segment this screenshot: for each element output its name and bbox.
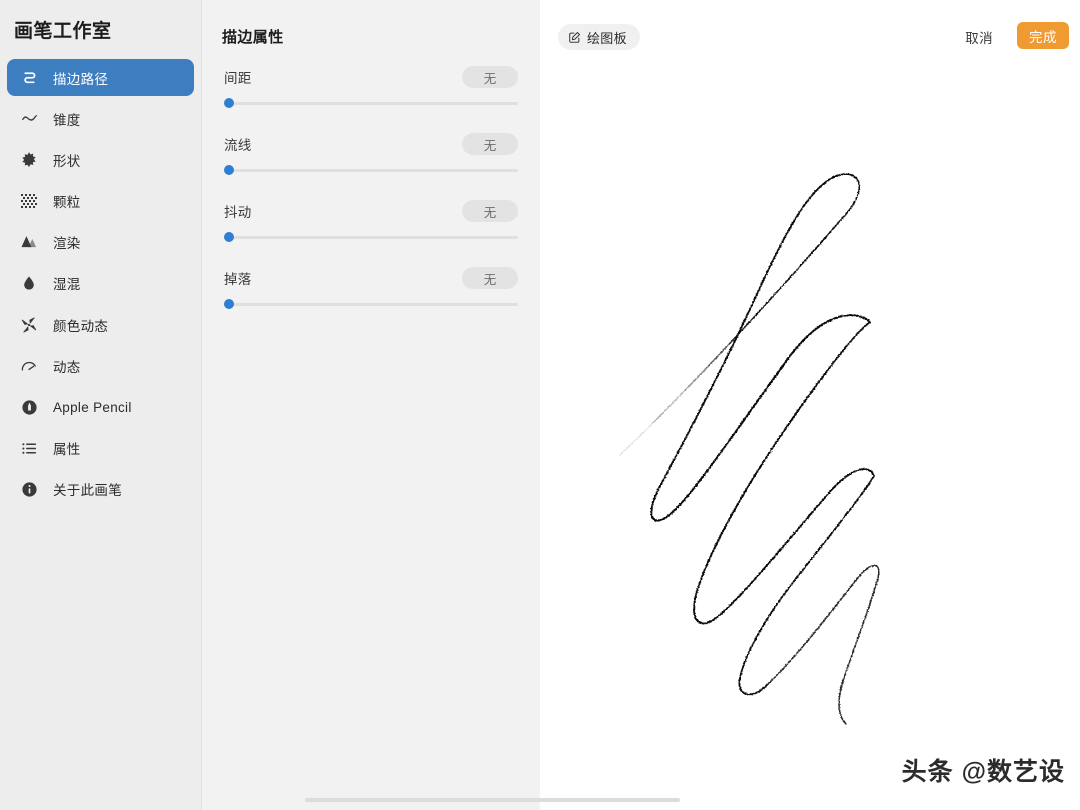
sidebar-item-dynamics[interactable]: 动态 <box>7 347 194 384</box>
sidebar-item-label: 关于此画笔 <box>53 483 122 499</box>
sidebar-item-wet-mix[interactable]: 湿混 <box>7 265 194 302</box>
slider-value-pill[interactable]: 无 <box>462 267 518 289</box>
attributes-list-icon <box>18 437 40 459</box>
sidebar-item-label: 湿混 <box>53 277 81 293</box>
slider-track[interactable] <box>224 236 518 239</box>
pencil-square-icon <box>568 31 581 44</box>
slider-thumb[interactable] <box>224 165 234 175</box>
taper-wave-icon <box>18 108 40 130</box>
sidebar-item-label: 属性 <box>53 442 81 458</box>
slider-row-jitter: 抖动 无 <box>224 199 518 245</box>
sidebar-item-label: Apple Pencil <box>53 399 132 415</box>
drawing-board-label: 绘图板 <box>587 30 627 46</box>
sidebar-item-rendering[interactable]: 渲染 <box>7 224 194 261</box>
grain-texture-icon <box>18 190 40 212</box>
sidebar-item-color-dynamics[interactable]: 颜色动态 <box>7 306 194 343</box>
sidebar-item-attributes[interactable]: 属性 <box>7 430 194 467</box>
watermark: 头条 @数艺设 <box>901 758 1065 786</box>
slider-row-fall-off: 掉落 无 <box>224 266 518 312</box>
sidebar-item-grain[interactable]: 颗粒 <box>7 183 194 220</box>
slider-control[interactable] <box>224 229 518 245</box>
wet-mix-droplet-icon <box>18 272 40 294</box>
slider-row-streamline: 流线 无 <box>224 132 518 178</box>
rendering-mountains-icon <box>18 231 40 253</box>
sidebar-item-apple-pencil[interactable]: Apple Pencil <box>7 389 194 426</box>
stroke-properties-panel: 描边属性 间距 无 流线 无 抖动 无 掉落 无 <box>202 0 540 810</box>
sidebar-item-label: 描边路径 <box>53 71 109 87</box>
color-dynamics-pinwheel-icon <box>18 314 40 336</box>
slider-control[interactable] <box>224 296 518 312</box>
slider-control[interactable] <box>224 162 518 178</box>
shape-starburst-icon <box>18 149 40 171</box>
sidebar-item-label: 形状 <box>53 153 81 169</box>
slider-track[interactable] <box>224 169 518 172</box>
brush-studio-window: 画笔工作室 描边路径 锥度 形状 颗粒 渲染 湿混 颜色动态 动态 Apple … <box>0 0 1080 810</box>
canvas-toolbar: 绘图板 取消 完成 <box>540 0 1080 62</box>
horizontal-scrollbar[interactable] <box>305 798 680 802</box>
slider-header: 流线 无 <box>224 132 518 156</box>
brush-preview-canvas[interactable]: 绘图板 取消 完成 头条 @数艺设 <box>540 0 1080 810</box>
sidebar-item-label: 锥度 <box>53 112 81 128</box>
sidebar-item-stroke-path[interactable]: 描边路径 <box>7 59 194 96</box>
sidebar-item-about-brush[interactable]: 关于此画笔 <box>7 471 194 508</box>
sidebar-item-taper[interactable]: 锥度 <box>7 100 194 137</box>
slider-thumb[interactable] <box>224 232 234 242</box>
panel-title: 描边属性 <box>222 29 284 46</box>
brush-stroke-preview <box>540 0 1080 810</box>
sidebar-item-label: 渲染 <box>53 236 81 252</box>
slider-label: 流线 <box>224 138 252 153</box>
sidebar-item-label: 动态 <box>53 359 81 375</box>
slider-value-pill[interactable]: 无 <box>462 200 518 222</box>
about-info-icon <box>18 478 40 500</box>
slider-row-spacing: 间距 无 <box>224 65 518 111</box>
sidebar-item-label: 颗粒 <box>53 195 81 211</box>
cancel-button[interactable]: 取消 <box>961 25 997 49</box>
slider-track[interactable] <box>224 303 518 306</box>
slider-header: 掉落 无 <box>224 266 518 290</box>
slider-label: 抖动 <box>224 205 252 220</box>
sidebar-nav-list: 描边路径 锥度 形状 颗粒 渲染 湿混 颜色动态 动态 Apple Pencil… <box>0 59 201 508</box>
slider-label: 掉落 <box>224 272 252 287</box>
stroke-path-icon <box>18 67 40 89</box>
page-title: 画笔工作室 <box>14 21 112 42</box>
sidebar-item-shape[interactable]: 形状 <box>7 141 194 178</box>
slider-group: 间距 无 流线 无 抖动 无 掉落 无 <box>202 47 540 312</box>
dynamics-gauge-icon <box>18 355 40 377</box>
slider-control[interactable] <box>224 95 518 111</box>
slider-value-pill[interactable]: 无 <box>462 133 518 155</box>
slider-thumb[interactable] <box>224 98 234 108</box>
apple-pencil-icon <box>18 396 40 418</box>
slider-label: 间距 <box>224 71 252 86</box>
slider-header: 间距 无 <box>224 65 518 89</box>
slider-header: 抖动 无 <box>224 199 518 223</box>
done-button[interactable]: 完成 <box>1017 22 1069 49</box>
sidebar-item-label: 颜色动态 <box>53 318 109 334</box>
slider-track[interactable] <box>224 102 518 105</box>
slider-thumb[interactable] <box>224 299 234 309</box>
sidebar: 画笔工作室 描边路径 锥度 形状 颗粒 渲染 湿混 颜色动态 动态 Apple … <box>0 0 202 810</box>
drawing-board-button[interactable]: 绘图板 <box>558 24 640 50</box>
slider-value-pill[interactable]: 无 <box>462 66 518 88</box>
